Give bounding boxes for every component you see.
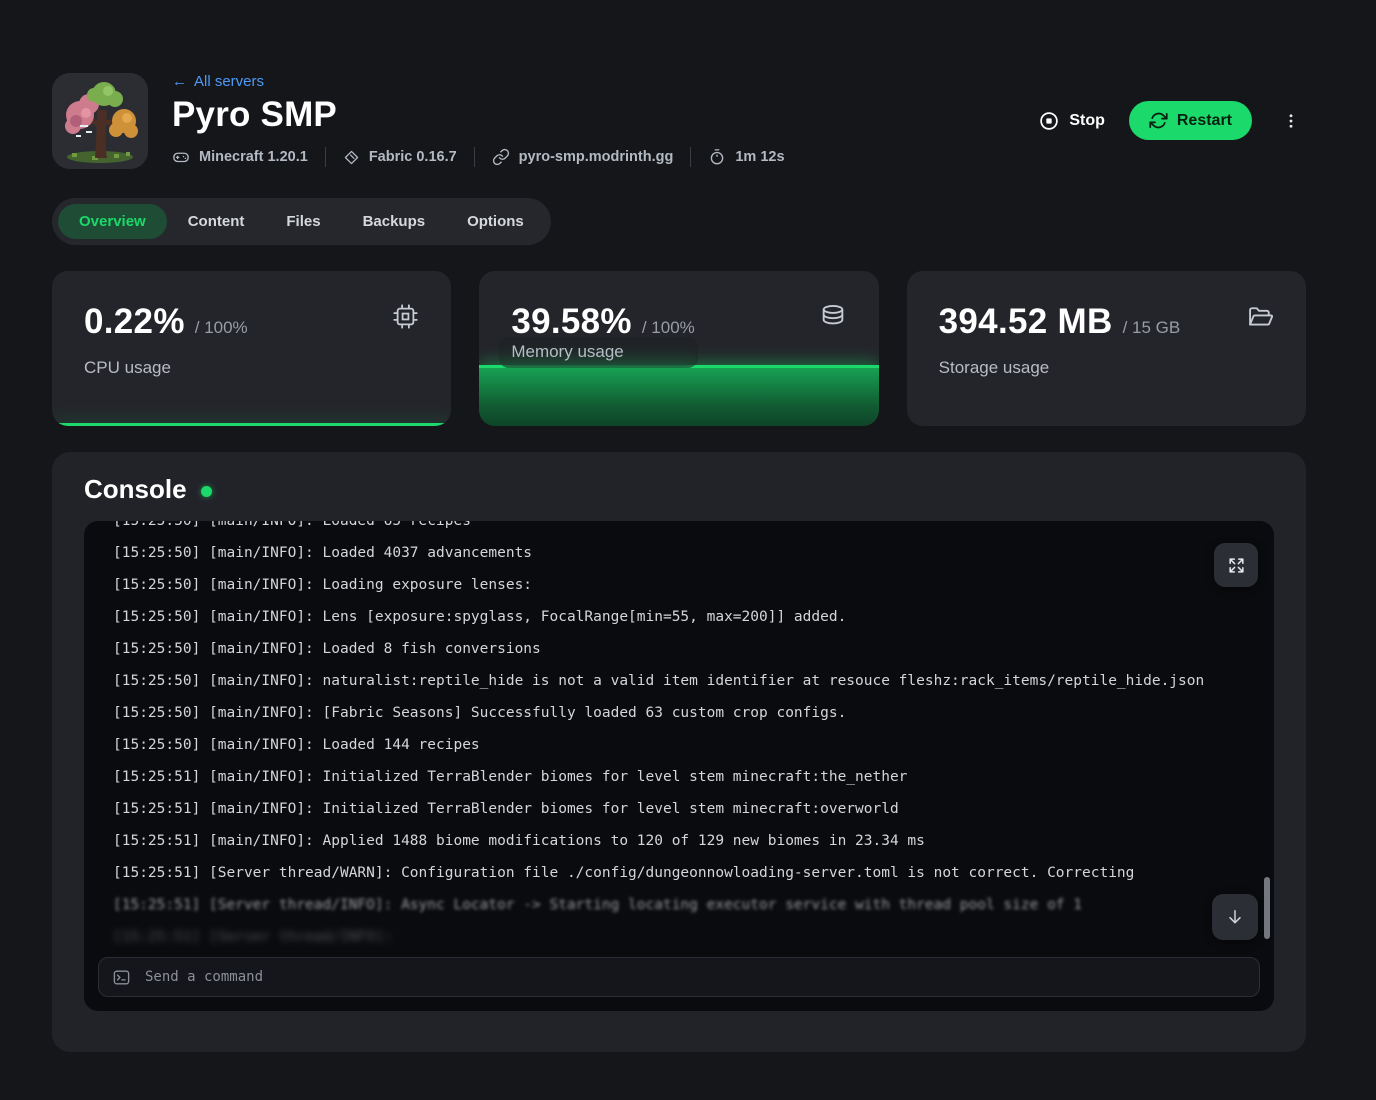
server-page: ← All servers Pyro SMP Minecraft 1.20.1 [52,0,1306,1052]
console-lines: [15:25:50] [main/INFO]: Loaded 65 recipe… [84,521,1274,953]
page-title: Pyro SMP [172,95,1034,135]
kebab-menu-icon [1282,111,1300,131]
memory-usage-card: 39.58% / 100% Memory usage [479,271,878,426]
minecraft-version-label: Minecraft 1.20.1 [199,149,308,165]
server-avatar [52,73,148,169]
meta-uptime: 1m 12s [708,148,784,166]
console-line: [15:25:50] [main/INFO]: Loaded 65 recipe… [113,521,1274,537]
loader-version-label: Fabric 0.16.7 [369,149,457,165]
meta-divider [325,147,326,167]
console-card: Console [15:25:50] [main/INFO]: Loaded 6… [52,452,1306,1052]
stop-icon [1038,110,1060,132]
stop-button-label: Stop [1069,112,1105,130]
storage-usage-value: 394.52 MB [939,303,1113,342]
expand-icon [1227,556,1246,575]
tab-options[interactable]: Options [446,204,545,239]
console-line: [15:25:50] [main/INFO]: [Fabric Seasons]… [113,697,1274,729]
console-title: Console [84,474,187,505]
restart-button[interactable]: Restart [1129,101,1252,140]
console-line: [15:25:51] [main/INFO]: Initialized Terr… [113,761,1274,793]
console-line: [15:25:50] [main/INFO]: naturalist:repti… [113,665,1274,697]
meta-loader-version: Fabric 0.16.7 [343,149,457,166]
back-arrow-icon: ← [172,73,187,90]
tab-content[interactable]: Content [167,204,266,239]
fabric-icon [343,149,360,166]
uptime-label: 1m 12s [735,149,784,165]
console-line: [15:25:50] [main/INFO]: Loaded 144 recip… [113,729,1274,761]
cpu-usage-max: / 100% [195,318,248,338]
storage-usage-label: Storage usage [939,358,1050,378]
console-line: [15:25:50] [main/INFO]: Loaded 8 fish co… [113,633,1274,665]
storage-usage-readout: 394.52 MB / 15 GB [939,303,1274,342]
console-line: [15:25:50] [main/INFO]: Lens [exposure:s… [113,601,1274,633]
stopwatch-icon [708,148,726,166]
server-info: ← All servers Pyro SMP Minecraft 1.20.1 [172,73,1034,167]
cpu-usage-bar [52,423,451,426]
console-output[interactable]: [15:25:50] [main/INFO]: Loaded 65 recipe… [84,521,1274,1011]
stats-row: 0.22% / 100% CPU usage 39.58% / 100% [52,271,1306,426]
back-to-all-servers-link[interactable]: ← All servers [172,73,264,90]
tab-overview[interactable]: Overview [58,204,167,239]
server-address-label: pyro-smp.modrinth.gg [519,149,674,165]
console-line: [15:25:51] [main/INFO]: Initialized Terr… [113,793,1274,825]
gamepad-icon [172,148,190,166]
console-line: [15:25:51] [Server thread/WARN]: Configu… [113,857,1274,889]
memory-usage-readout: 39.58% / 100% [511,303,846,342]
console-header: Console [84,474,1274,505]
meta-minecraft-version: Minecraft 1.20.1 [172,148,308,166]
command-input[interactable] [143,968,1246,986]
folder-icon [1246,303,1274,331]
cpu-icon [392,303,419,330]
cpu-usage-readout: 0.22% / 100% [84,303,419,342]
storage-usage-card: 394.52 MB / 15 GB Storage usage [907,271,1306,426]
console-line: [15:25:51] [Server thread/INFO]: Async L… [113,889,1274,921]
scroll-to-bottom-button[interactable] [1212,894,1258,940]
meta-server-address[interactable]: pyro-smp.modrinth.gg [492,148,674,166]
tab-backups[interactable]: Backups [342,204,447,239]
memory-usage-bar [479,365,878,426]
console-line: [15:25:51] [main/INFO]: Applied 1488 bio… [113,825,1274,857]
command-input-row [98,957,1260,997]
arrow-down-icon [1225,907,1245,927]
console-scrollbar-thumb[interactable] [1264,877,1270,939]
memory-usage-value: 39.58% [511,303,632,342]
server-actions: Stop Restart [1034,101,1306,140]
server-status-dot [201,486,212,497]
restart-icon [1149,111,1168,130]
console-line: [15:25:51] [Server thread/INFO]: [113,921,1274,953]
server-meta-row: Minecraft 1.20.1 Fabric 0.16.7 pyro-smp.… [172,147,1034,167]
console-line: [15:25:50] [main/INFO]: Loading exposure… [113,569,1274,601]
meta-divider [474,147,475,167]
cpu-usage-value: 0.22% [84,303,185,342]
stop-button[interactable]: Stop [1034,104,1109,138]
storage-usage-max: / 15 GB [1123,318,1181,338]
back-link-label: All servers [194,73,264,90]
memory-usage-max: / 100% [642,318,695,338]
cpu-usage-card: 0.22% / 100% CPU usage [52,271,451,426]
console-line: [15:25:50] [main/INFO]: Loaded 4037 adva… [113,537,1274,569]
cpu-usage-label: CPU usage [84,358,171,378]
server-header: ← All servers Pyro SMP Minecraft 1.20.1 [52,73,1306,169]
expand-console-button[interactable] [1214,543,1258,587]
more-options-button[interactable] [1276,107,1306,135]
server-icon-tree [52,73,148,169]
tab-files[interactable]: Files [265,204,341,239]
database-icon [819,303,847,331]
terminal-icon [112,968,131,987]
memory-usage-label: Memory usage [499,337,697,368]
tab-bar: Overview Content Files Backups Options [52,198,551,245]
link-icon [492,148,510,166]
restart-button-label: Restart [1177,112,1232,130]
meta-divider [690,147,691,167]
